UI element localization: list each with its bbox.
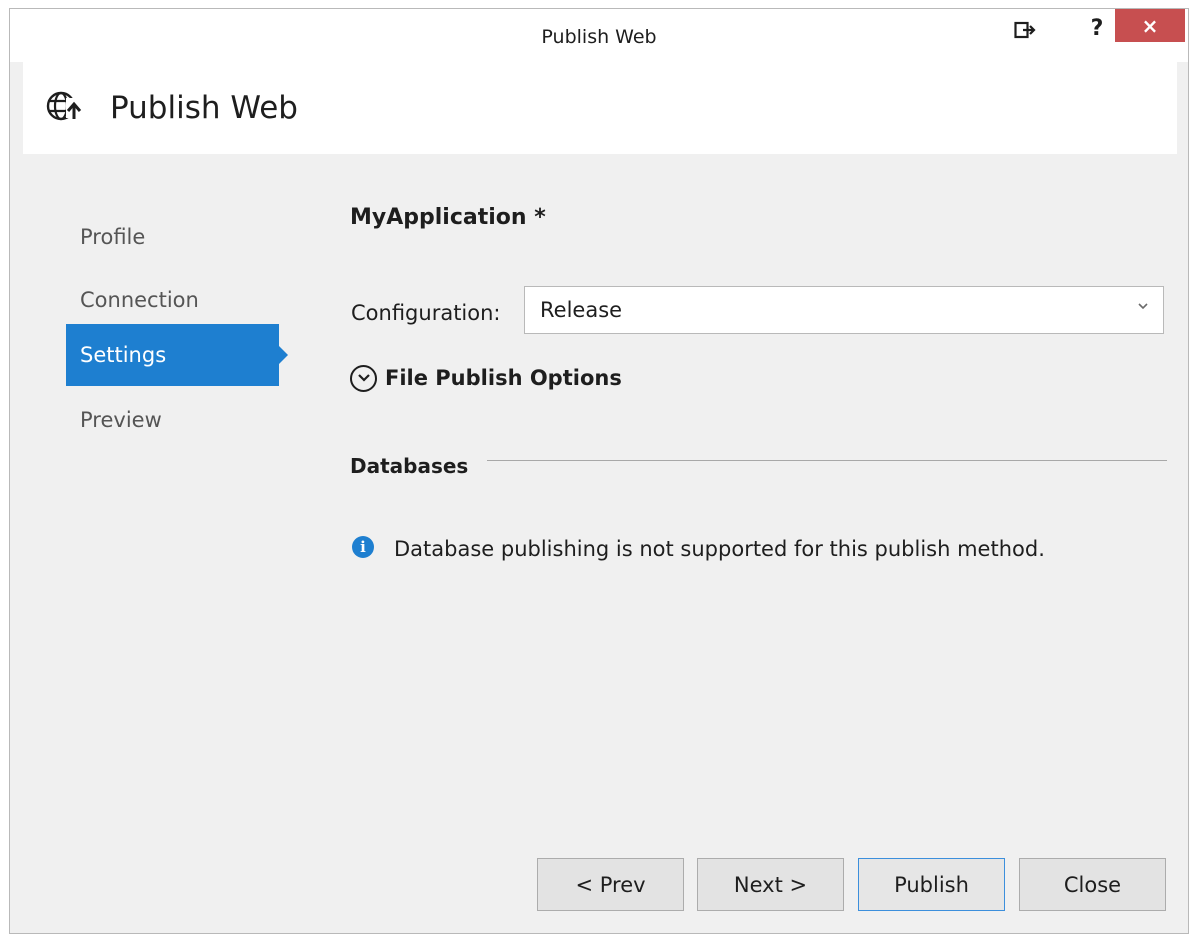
page-title: Publish Web <box>110 90 298 126</box>
application-name: MyApplication * <box>350 205 546 230</box>
configuration-value: Release <box>540 298 623 322</box>
publish-button[interactable]: Publish <box>858 858 1005 911</box>
next-button[interactable]: Next > <box>697 858 844 911</box>
configuration-label: Configuration: <box>351 301 501 325</box>
file-publish-options-expander[interactable]: File Publish Options <box>350 361 622 395</box>
feedback-icon[interactable] <box>1010 17 1040 43</box>
database-info-message: Database publishing is not supported for… <box>394 537 1045 561</box>
prev-button[interactable]: < Prev <box>537 858 684 911</box>
configuration-select[interactable]: Release <box>524 286 1164 334</box>
help-button[interactable]: ? <box>1083 13 1111 43</box>
title-bar: Publish Web ? × <box>10 9 1188 62</box>
publish-web-dialog: Publish Web ? × Publish Web Profile Conn… <box>9 8 1189 934</box>
close-button[interactable]: Close <box>1019 858 1166 911</box>
nav-item-settings[interactable]: Settings <box>66 324 288 386</box>
section-divider <box>487 460 1167 461</box>
nav-item-connection[interactable]: Connection <box>66 269 279 331</box>
info-icon: i <box>352 536 374 558</box>
dialog-header: Publish Web <box>23 61 1177 154</box>
nav-item-preview[interactable]: Preview <box>66 389 279 451</box>
expand-chevron-icon <box>350 364 377 392</box>
globe-publish-icon <box>46 89 82 123</box>
file-publish-options-label: File Publish Options <box>385 366 622 390</box>
close-window-button[interactable]: × <box>1115 9 1185 42</box>
nav-item-profile[interactable]: Profile <box>66 206 279 268</box>
databases-section-title: Databases <box>350 454 469 478</box>
chevron-down-icon <box>1137 296 1149 321</box>
